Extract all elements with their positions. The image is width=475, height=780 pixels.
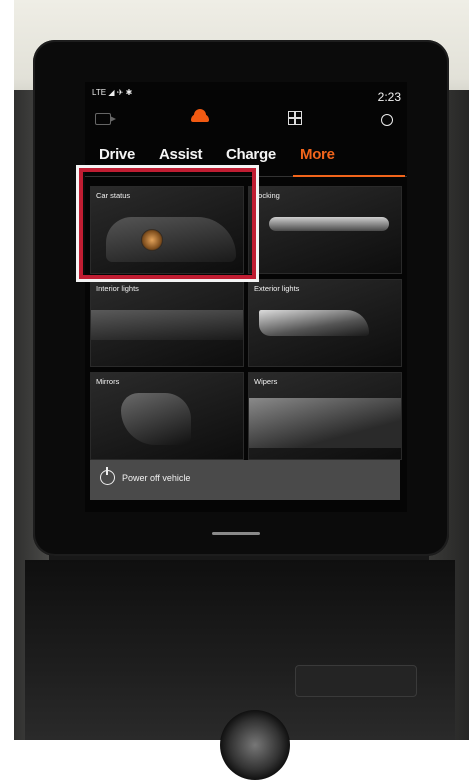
signal-icon: ◢ ✈ ✱ bbox=[108, 88, 133, 97]
door-handle-image bbox=[269, 217, 389, 231]
profile-icon[interactable] bbox=[381, 114, 393, 126]
dashboard-image bbox=[91, 310, 243, 340]
network-indicator: LTE bbox=[92, 88, 107, 97]
status-bar: LTE ◢ ✈ ✱ bbox=[92, 88, 132, 97]
tile-label: Locking bbox=[254, 191, 280, 200]
power-off-button[interactable]: Power off vehicle bbox=[90, 460, 400, 500]
center-console bbox=[25, 560, 455, 780]
tile-label: Exterior lights bbox=[254, 284, 300, 293]
infotainment-screen: LTE ◢ ✈ ✱ 2:23 Drive Assist Charge More … bbox=[85, 82, 407, 512]
tab-drive[interactable]: Drive bbox=[99, 146, 135, 163]
mirror-image bbox=[121, 393, 191, 445]
car-icon[interactable] bbox=[191, 109, 209, 122]
car-status-highlight-box bbox=[79, 168, 256, 279]
tab-assist[interactable]: Assist bbox=[159, 146, 203, 163]
active-tab-indicator bbox=[293, 175, 405, 177]
tile-wipers[interactable]: Wipers bbox=[248, 372, 402, 460]
tile-mirrors[interactable]: Mirrors bbox=[90, 372, 244, 460]
power-off-label: Power off vehicle bbox=[122, 473, 191, 483]
tile-label: Mirrors bbox=[96, 377, 120, 386]
console-knob bbox=[220, 710, 290, 780]
tile-exterior-lights[interactable]: Exterior lights bbox=[248, 279, 402, 367]
power-icon bbox=[100, 467, 115, 485]
headlight-image bbox=[259, 310, 369, 336]
camera-icon[interactable] bbox=[95, 113, 116, 125]
tab-more[interactable]: More bbox=[300, 146, 335, 163]
windshield-image bbox=[249, 398, 401, 448]
console-slot bbox=[295, 665, 417, 697]
grid-icon[interactable] bbox=[288, 111, 302, 125]
tile-interior-lights[interactable]: Interior lights bbox=[90, 279, 244, 367]
tile-locking[interactable]: Locking bbox=[248, 186, 402, 274]
clock: 2:23 bbox=[377, 90, 401, 104]
tile-label: Interior lights bbox=[96, 284, 139, 293]
tile-label: Wipers bbox=[254, 377, 278, 386]
top-icon-bar bbox=[85, 108, 407, 134]
tab-charge[interactable]: Charge bbox=[226, 146, 276, 163]
screen-bottom-handle bbox=[212, 532, 260, 535]
